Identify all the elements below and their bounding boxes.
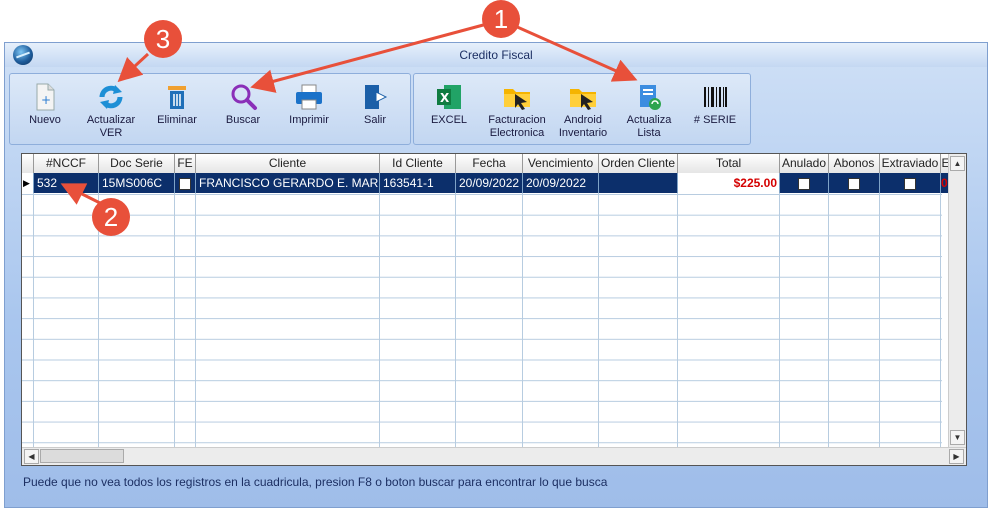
- cell-abonos[interactable]: [829, 173, 880, 193]
- abonos-checkbox[interactable]: [848, 177, 860, 190]
- annotation-badge-2: 2: [92, 198, 130, 236]
- cell-fe[interactable]: [175, 173, 196, 193]
- col-header-abonos[interactable]: Abonos: [829, 154, 880, 173]
- cell-anulado[interactable]: [780, 173, 829, 193]
- nuevo-button[interactable]: + Nuevo: [12, 76, 78, 142]
- imprimir-button[interactable]: Imprimir: [276, 76, 342, 142]
- cell-fecha[interactable]: 20/09/2022: [456, 173, 523, 193]
- barcode-icon: [704, 87, 727, 107]
- trash-icon: [168, 86, 186, 109]
- cell-extraviado[interactable]: [880, 173, 941, 193]
- facturacion-electronica-button[interactable]: Facturacion Electronica: [484, 76, 550, 142]
- horizontal-scroll-thumb[interactable]: [40, 449, 124, 463]
- cell-doc-serie[interactable]: 15MS006C: [99, 173, 175, 193]
- status-message: Puede que no vea todos los registros en …: [23, 475, 608, 489]
- salir-button[interactable]: Salir: [342, 76, 408, 142]
- table-row[interactable]: ▶ 532 15MS006C FRANCISCO GERARDO E. MARM…: [22, 173, 951, 193]
- credito-fiscal-window: Credito Fiscal + Nuevo Actualizar VER El…: [4, 42, 988, 508]
- vertical-scrollbar[interactable]: ▲ ▼: [948, 154, 966, 449]
- col-header-id-cliente[interactable]: Id Cliente: [380, 154, 456, 173]
- toolbar-group-main: + Nuevo Actualizar VER Eliminar Buscar I…: [9, 73, 411, 145]
- col-header-anulado[interactable]: Anulado: [780, 154, 829, 173]
- refresh-icon: [99, 85, 123, 109]
- grid-empty-rows: [22, 194, 942, 449]
- credit-grid[interactable]: #NCCF Doc Serie FE Cliente Id Cliente Fe…: [21, 153, 967, 466]
- svg-text:X: X: [440, 91, 450, 105]
- eliminar-button[interactable]: Eliminar: [144, 76, 210, 142]
- row-header-corner: [22, 154, 34, 173]
- col-header-cliente[interactable]: Cliente: [196, 154, 380, 173]
- col-header-fecha[interactable]: Fecha: [456, 154, 523, 173]
- actualiza-lista-button[interactable]: Actualiza Lista: [616, 76, 682, 142]
- exit-icon: [365, 85, 388, 109]
- col-header-vencimiento[interactable]: Vencimiento: [523, 154, 599, 173]
- printer-icon: [296, 84, 322, 110]
- scroll-right-icon[interactable]: ▶: [949, 449, 964, 464]
- buscar-button[interactable]: Buscar: [210, 76, 276, 142]
- row-indicator-icon: ▶: [22, 173, 34, 193]
- serie-button[interactable]: # SERIE: [682, 76, 748, 142]
- cell-nccf[interactable]: 532: [34, 173, 99, 193]
- col-header-nccf[interactable]: #NCCF: [34, 154, 99, 173]
- scroll-up-icon[interactable]: ▲: [950, 156, 965, 171]
- fe-checkbox[interactable]: [179, 177, 191, 190]
- toolbar-group-extra: X EXCEL Facturacion Electronica Android …: [413, 73, 751, 145]
- excel-icon: X: [437, 85, 461, 109]
- scroll-down-icon[interactable]: ▼: [950, 430, 965, 445]
- col-header-fe[interactable]: FE: [175, 154, 196, 173]
- cell-id-cliente[interactable]: 163541-1: [380, 173, 456, 193]
- new-document-icon: +: [36, 83, 55, 111]
- horizontal-scrollbar[interactable]: ◀ ▶: [22, 447, 966, 465]
- update-list-icon: [640, 85, 661, 110]
- annotation-badge-3: 3: [144, 20, 182, 58]
- folder-cursor-icon: [504, 89, 530, 110]
- cell-orden-cliente[interactable]: [599, 173, 678, 193]
- col-header-orden-cliente[interactable]: Orden Cliente: [599, 154, 678, 173]
- excel-button[interactable]: X EXCEL: [416, 76, 482, 142]
- col-header-extraviado[interactable]: Extraviado: [880, 154, 941, 173]
- grid-header: #NCCF Doc Serie FE Cliente Id Cliente Fe…: [22, 154, 966, 174]
- cell-vencimiento[interactable]: 20/09/2022: [523, 173, 599, 193]
- anulado-checkbox[interactable]: [798, 177, 810, 190]
- svg-text:+: +: [41, 93, 51, 107]
- android-inventario-button[interactable]: Android Inventario: [550, 76, 616, 142]
- scroll-left-icon[interactable]: ◀: [24, 449, 39, 464]
- folder-cursor-icon: [570, 89, 596, 110]
- col-header-doc-serie[interactable]: Doc Serie: [99, 154, 175, 173]
- extraviado-checkbox[interactable]: [904, 177, 916, 190]
- cell-total[interactable]: $225.00: [678, 173, 780, 193]
- cell-cliente[interactable]: FRANCISCO GERARDO E. MARM: [196, 173, 380, 193]
- search-icon: [231, 84, 257, 110]
- actualizar-ver-button[interactable]: Actualizar VER: [78, 76, 144, 142]
- annotation-badge-1: 1: [482, 0, 520, 38]
- col-header-total[interactable]: Total: [678, 154, 780, 173]
